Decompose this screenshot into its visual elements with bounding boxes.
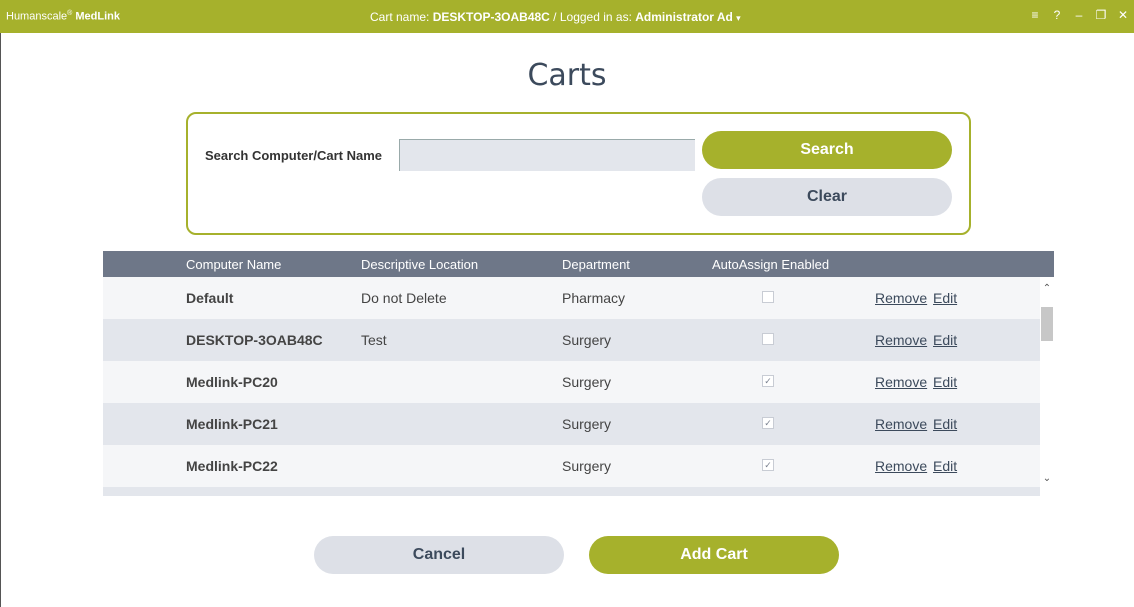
scroll-thumb[interactable] — [1041, 307, 1053, 341]
app-brand: Humanscale® MedLink — [6, 10, 120, 23]
table-row: Medlink-PC20 Surgery ✓ Remove Edit — [103, 361, 1040, 403]
department: Surgery — [562, 416, 612, 432]
department: Surgery — [562, 458, 612, 474]
menu-icon[interactable]: ≡ — [1024, 8, 1046, 22]
cart-separator: / — [549, 10, 560, 24]
carts-table: Computer Name Descriptive Location Depar… — [103, 251, 1054, 496]
department: Pharmacy — [562, 290, 626, 306]
cart-name-label: Cart name: — [370, 10, 430, 24]
department: Surgery — [562, 332, 612, 348]
search-input[interactable] — [399, 139, 695, 171]
remove-link[interactable]: Remove — [875, 374, 927, 390]
title-bar: Humanscale® MedLink Cart name: DESKTOP-3… — [0, 0, 1134, 33]
edit-link[interactable]: Edit — [933, 290, 957, 306]
computer-name: Medlink-PC21 — [186, 416, 278, 432]
table-row: DESKTOP-3OAB48C Test Surgery Remove Edit — [103, 319, 1040, 361]
restore-icon[interactable]: ❐ — [1090, 8, 1112, 22]
edit-link[interactable]: Edit — [933, 332, 957, 348]
autoassign-checkbox: ✓ — [762, 417, 774, 429]
cancel-button[interactable]: Cancel — [314, 536, 564, 574]
computer-name: DESKTOP-3OAB48C — [186, 332, 323, 348]
autoassign-checkbox — [762, 291, 774, 303]
computer-name: Default — [186, 290, 234, 306]
header-descriptive-location: Descriptive Location — [361, 257, 479, 272]
help-icon[interactable]: ? — [1046, 8, 1068, 22]
table-row: Default Do not Delete Pharmacy Remove Ed… — [103, 277, 1040, 319]
user-menu[interactable]: Administrator Ad — [635, 10, 733, 24]
edit-link[interactable]: Edit — [933, 374, 957, 390]
cart-info: Cart name: DESKTOP-3OAB48C / Logged in a… — [370, 10, 741, 24]
cart-name-value: DESKTOP-3OAB48C — [432, 10, 550, 24]
computer-name: Medlink-PC22 — [186, 458, 278, 474]
header-autoassign-enabled: AutoAssign Enabled — [712, 257, 830, 272]
descriptive-location: Test — [361, 332, 387, 348]
search-label: Search Computer/Cart Name — [205, 148, 382, 163]
logged-in-label: Logged in as: — [559, 10, 632, 24]
autoassign-checkbox: ✓ — [762, 375, 774, 387]
search-panel: Search Computer/Cart Name Search Clear — [186, 112, 971, 235]
brand-name: Humanscale — [6, 10, 68, 23]
close-icon[interactable]: ✕ — [1112, 8, 1134, 22]
add-cart-button[interactable]: Add Cart — [589, 536, 839, 574]
remove-link[interactable]: Remove — [875, 290, 927, 306]
header-computer-name: Computer Name — [186, 257, 282, 272]
table-row: Medlink-PC21 Surgery ✓ Remove Edit — [103, 403, 1040, 445]
user-menu-chevron-icon[interactable]: ▾ — [736, 13, 741, 23]
remove-link[interactable]: Remove — [875, 332, 927, 348]
scroll-up-icon[interactable]: ⌃ — [1040, 283, 1054, 299]
table-scrollbar[interactable]: ⌃ ⌄ — [1040, 277, 1054, 496]
table-header: Computer Name Descriptive Location Depar… — [103, 251, 1054, 277]
remove-link[interactable]: Remove — [875, 458, 927, 474]
brand-product: MedLink — [72, 10, 120, 23]
table-row: Medlink-PC22 Surgery ✓ Remove Edit — [103, 445, 1040, 487]
minimize-icon[interactable]: – — [1068, 8, 1090, 22]
header-department: Department — [562, 257, 630, 272]
department: Surgery — [562, 374, 612, 390]
clear-button[interactable]: Clear — [702, 178, 952, 216]
edit-link[interactable]: Edit — [933, 458, 957, 474]
edit-link[interactable]: Edit — [933, 416, 957, 432]
table-row-partial — [103, 487, 1040, 496]
window-controls: ≡ ? – ❐ ✕ — [1024, 8, 1134, 22]
autoassign-checkbox — [762, 333, 774, 345]
descriptive-location: Do not Delete — [361, 290, 447, 306]
search-button[interactable]: Search — [702, 131, 952, 169]
remove-link[interactable]: Remove — [875, 416, 927, 432]
autoassign-checkbox: ✓ — [762, 459, 774, 471]
page-title: Carts — [527, 58, 607, 93]
scroll-down-icon[interactable]: ⌄ — [1040, 473, 1054, 489]
computer-name: Medlink-PC20 — [186, 374, 278, 390]
